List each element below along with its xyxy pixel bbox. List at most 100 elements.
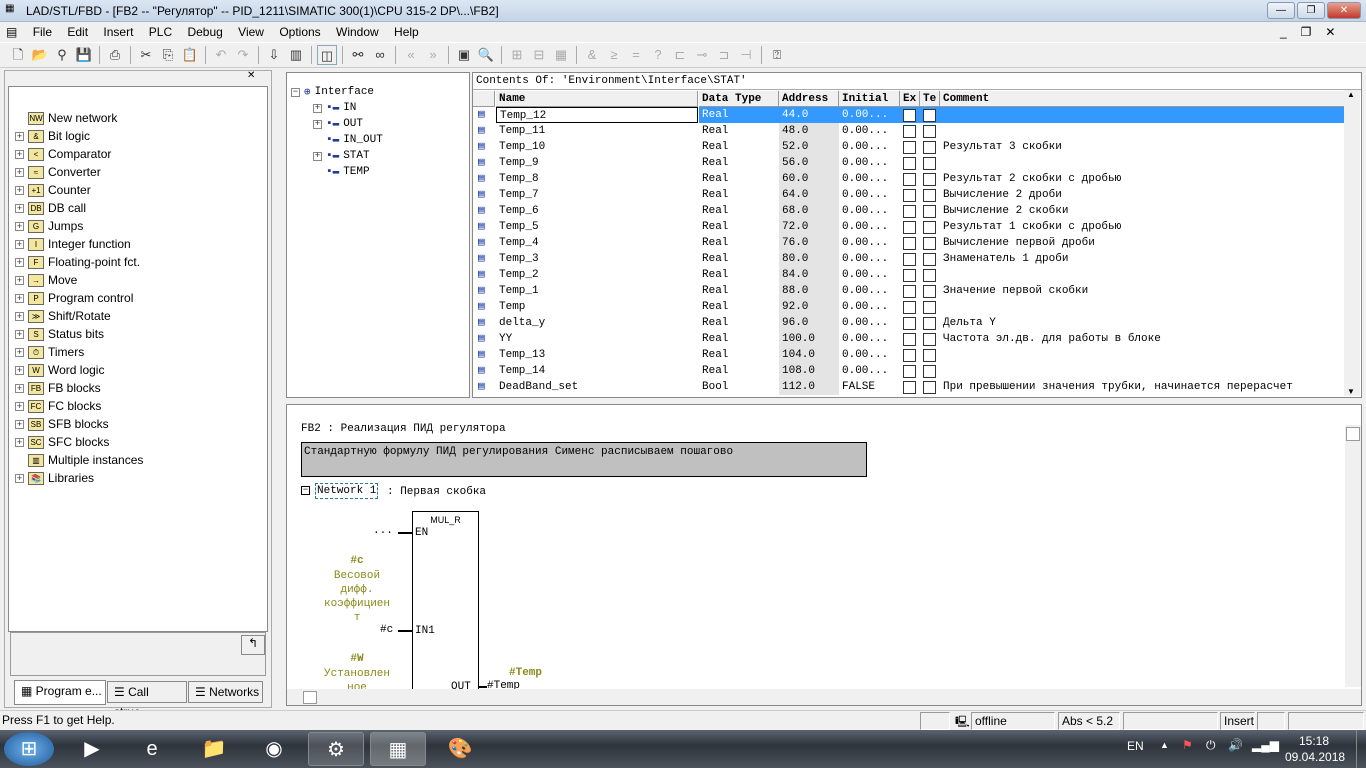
in1-operand[interactable]: #c xyxy=(380,624,393,636)
name-cell[interactable]: DeadBand_set xyxy=(496,379,698,395)
tab-call-structure[interactable]: ☰ Call struc... xyxy=(107,681,187,719)
initial-value-cell[interactable]: 0.00... xyxy=(839,283,900,299)
cut-icon[interactable]: ✂ xyxy=(136,45,156,65)
exclude-address-checkbox[interactable] xyxy=(903,205,916,218)
close-button[interactable]: ✕ xyxy=(1327,2,1361,19)
chrome-icon[interactable]: ◉ xyxy=(246,732,302,766)
print-icon[interactable]: ⎙ xyxy=(105,45,125,65)
tree-item[interactable]: + → Move xyxy=(15,271,77,289)
module-info-icon[interactable]: ▥ xyxy=(286,45,306,65)
comment-cell[interactable]: Знаменатель 1 дроби xyxy=(940,251,1345,267)
tree-item[interactable]: + I Integer function xyxy=(15,235,131,253)
accessible-nodes-icon[interactable]: ⚲ xyxy=(52,45,72,65)
table-row[interactable]: ▤ Temp_5 Real 72.0 0.00... Результат 1 скобки… xyxy=(473,219,1345,235)
menu-window[interactable]: Window xyxy=(330,22,385,42)
expand-icon[interactable]: + xyxy=(15,473,24,483)
en-operand[interactable]: ... xyxy=(373,525,393,537)
exclude-address-checkbox[interactable] xyxy=(903,173,916,186)
menu-file[interactable]: File xyxy=(27,22,58,42)
scroll-down-icon[interactable]: ▼ xyxy=(1347,387,1355,396)
prev-network-icon[interactable]: « xyxy=(401,45,421,65)
expand-icon[interactable]: + xyxy=(15,401,24,411)
tree-item[interactable]: + & Bit logic xyxy=(15,127,90,145)
initial-value-cell[interactable]: 0.00... xyxy=(839,139,900,155)
negate-icon[interactable]: ⊸ xyxy=(692,45,712,65)
menu-view[interactable]: View xyxy=(232,22,270,42)
tree-item[interactable]: + 📚 Libraries xyxy=(15,469,94,487)
exclude-address-checkbox[interactable] xyxy=(903,269,916,282)
tab-networks[interactable]: ☰ Networks xyxy=(188,681,263,703)
column-header[interactable]: Name xyxy=(496,91,698,107)
data-type-cell[interactable]: Real xyxy=(699,203,779,219)
maximize-button[interactable]: ❐ xyxy=(1297,2,1325,19)
doc-icon[interactable]: ▤ xyxy=(0,22,23,42)
tree-item[interactable]: + P Program control xyxy=(15,289,133,307)
name-cell[interactable]: Temp_1 xyxy=(496,283,698,299)
menu-help[interactable]: Help xyxy=(388,22,425,42)
glasses-icon[interactable]: ∞ xyxy=(370,45,390,65)
exclude-address-checkbox[interactable] xyxy=(903,221,916,234)
initial-value-cell[interactable]: 0.00... xyxy=(839,299,900,315)
data-type-cell[interactable]: Real xyxy=(699,363,779,379)
name-cell[interactable]: Temp_5 xyxy=(496,219,698,235)
paste-icon[interactable]: 📋 xyxy=(180,45,200,65)
comment-cell[interactable]: Вычисление 2 скобки xyxy=(940,203,1345,219)
name-cell[interactable]: Temp xyxy=(496,299,698,315)
expand-icon[interactable]: + xyxy=(15,185,24,195)
data-type-cell[interactable]: Real xyxy=(699,107,779,123)
comment-cell[interactable]: Вычисление первой дроби xyxy=(940,235,1345,251)
assign-icon[interactable]: = xyxy=(626,45,646,65)
table-row[interactable]: ▤ Temp_7 Real 64.0 0.00... Вычисление 2 дроби xyxy=(473,187,1345,203)
name-cell[interactable]: Temp_3 xyxy=(496,251,698,267)
column-header[interactable]: Te xyxy=(920,91,940,107)
table-row[interactable]: ▤ Temp_11 Real 48.0 0.00... xyxy=(473,123,1345,139)
initial-value-cell[interactable]: 0.00... xyxy=(839,315,900,331)
start-button[interactable]: ⊞ xyxy=(4,732,54,766)
table-row[interactable]: ▤ Temp_6 Real 68.0 0.00... Вычисление 2 скобк… xyxy=(473,203,1345,219)
terminate-address-checkbox[interactable] xyxy=(923,365,936,378)
close-branch-icon[interactable]: ▦ xyxy=(551,45,571,65)
tree-item[interactable]: + S Status bits xyxy=(15,325,104,343)
expand-icon[interactable]: + xyxy=(15,419,24,429)
initial-value-cell[interactable]: 0.00... xyxy=(839,235,900,251)
comment-cell[interactable]: Результат 3 скобки xyxy=(940,139,1345,155)
expand-icon[interactable]: + xyxy=(15,239,24,249)
comment-cell[interactable]: Вычисление 2 дроби xyxy=(940,187,1345,203)
mdi-controls[interactable]: _❐✕ xyxy=(1280,25,1350,39)
tree-item[interactable]: + G Jumps xyxy=(15,217,83,235)
initial-value-cell[interactable]: 0.00... xyxy=(839,347,900,363)
initial-value-cell[interactable]: 0.00... xyxy=(839,331,900,347)
data-type-cell[interactable]: Real xyxy=(699,299,779,315)
table-row[interactable]: ▤ Temp_9 Real 56.0 0.00... xyxy=(473,155,1345,171)
expand-icon[interactable]: + xyxy=(313,103,322,113)
tree-item[interactable]: + ⏱ Timers xyxy=(15,343,84,361)
save-icon[interactable]: 💾 xyxy=(74,45,94,65)
table-row[interactable]: ▤ Temp_2 Real 84.0 0.00... xyxy=(473,267,1345,283)
terminate-address-checkbox[interactable] xyxy=(923,189,936,202)
comment-cell[interactable] xyxy=(940,107,1345,123)
expand-icon[interactable]: + xyxy=(15,203,24,213)
terminate-address-checkbox[interactable] xyxy=(923,205,936,218)
tree-item[interactable]: + SC SFC blocks xyxy=(15,433,109,451)
branch-open-icon[interactable]: ⊏ xyxy=(670,45,690,65)
network-icon[interactable]: ▂▄▆ xyxy=(1252,738,1279,752)
expand-icon[interactable]: + xyxy=(15,149,24,159)
menu-debug[interactable]: Debug xyxy=(181,22,228,42)
simatic-manager-icon[interactable]: ⚙ xyxy=(308,732,364,766)
expand-icon[interactable]: + xyxy=(15,311,24,321)
data-type-cell[interactable]: Real xyxy=(699,171,779,187)
name-cell[interactable]: Temp_2 xyxy=(496,267,698,283)
expand-icon[interactable]: + xyxy=(15,257,24,267)
tree-item[interactable]: + FB FB blocks xyxy=(15,379,101,397)
online-icon[interactable]: ⚯ xyxy=(348,45,368,65)
expand-icon[interactable]: + xyxy=(15,329,24,339)
data-type-cell[interactable]: Real xyxy=(699,155,779,171)
expand-icon[interactable]: + xyxy=(15,347,24,357)
table-row[interactable]: ▤ Temp Real 92.0 0.00... xyxy=(473,299,1345,315)
initial-value-cell[interactable]: 0.00... xyxy=(839,267,900,283)
tree-item[interactable]: + ≫ Shift/Rotate xyxy=(15,307,111,325)
context-help-icon[interactable]: ⍰ xyxy=(767,45,787,65)
tree-item[interactable]: NW New network xyxy=(15,109,117,127)
and-box-icon[interactable]: & xyxy=(582,45,602,65)
name-cell[interactable]: Temp_4 xyxy=(496,235,698,251)
